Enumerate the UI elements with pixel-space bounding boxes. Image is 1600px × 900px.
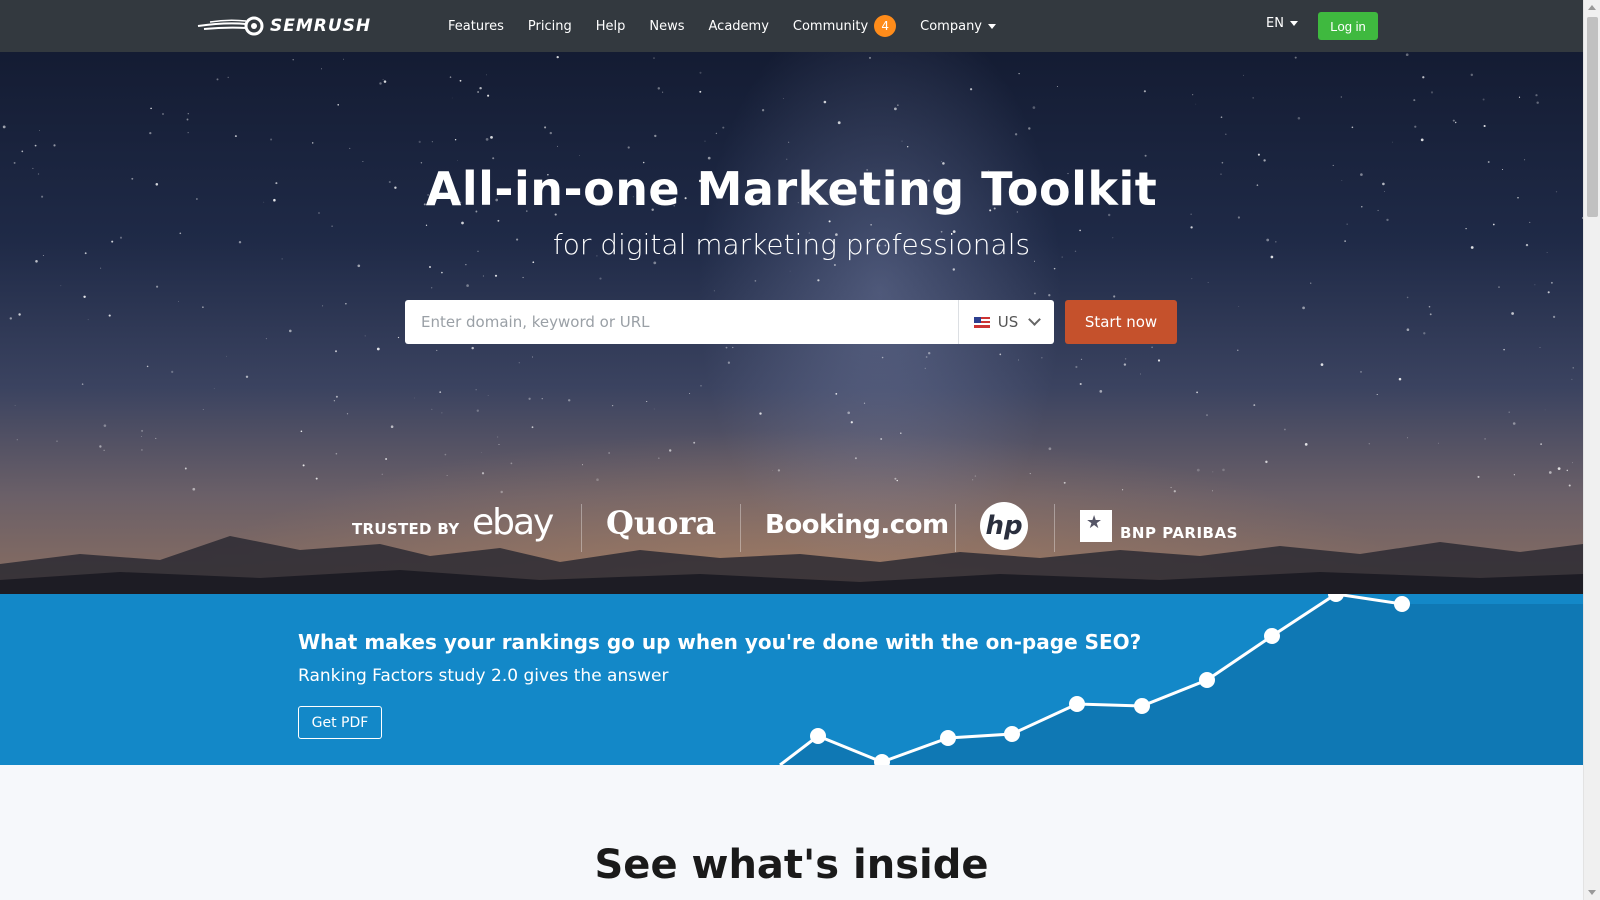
nav-item-label: Help bbox=[595, 18, 626, 34]
trusted-by-label: TRUSTED BY bbox=[352, 520, 460, 538]
hp-logo: hp bbox=[980, 502, 1028, 550]
logo-wordmark: SEMRUSH bbox=[270, 16, 372, 36]
divider bbox=[740, 504, 741, 552]
search-bar: US bbox=[405, 300, 1054, 344]
hero-title: All-in-one Marketing Toolkit bbox=[425, 162, 1158, 216]
start-now-button[interactable]: Start now bbox=[1065, 300, 1177, 344]
scroll-up-icon[interactable] bbox=[1588, 5, 1596, 10]
country-label: US bbox=[997, 313, 1019, 331]
booking-logo: Booking.com bbox=[765, 510, 949, 540]
caret-down-icon bbox=[988, 23, 997, 29]
divider bbox=[581, 504, 582, 552]
nav-item-label: Company bbox=[920, 18, 983, 34]
top-navigation: SEMRUSH Features Pricing Help News Acade… bbox=[0, 0, 1583, 52]
chevron-down-icon bbox=[1028, 313, 1042, 326]
hero-section: All-in-one Marketing Toolkit for digital… bbox=[0, 52, 1583, 594]
quora-logo: Quora bbox=[606, 504, 717, 542]
scroll-down-icon[interactable] bbox=[1588, 890, 1596, 895]
ebay-logo: ebay bbox=[472, 502, 554, 543]
promo-subtitle: Ranking Factors study 2.0 gives the answ… bbox=[298, 666, 669, 686]
promo-title: What makes your rankings go up when you'… bbox=[298, 630, 1142, 654]
nav-item-community[interactable]: Community 4 bbox=[792, 15, 897, 37]
rising-graph-illustration bbox=[779, 594, 1583, 765]
page-scrollbar[interactable] bbox=[1583, 0, 1600, 900]
nav-item-label: Features bbox=[448, 18, 504, 34]
nav-item-company[interactable]: Company bbox=[920, 18, 997, 34]
login-button[interactable]: Log in bbox=[1318, 12, 1378, 40]
search-input[interactable] bbox=[405, 300, 958, 344]
get-pdf-button[interactable]: Get PDF bbox=[298, 706, 382, 739]
nav-item-help[interactable]: Help bbox=[596, 19, 626, 34]
caret-down-icon bbox=[1289, 21, 1298, 26]
nav-item-news[interactable]: News bbox=[649, 19, 684, 34]
bnp-paribas-logo: BNP PARIBAS bbox=[1080, 510, 1238, 542]
bnp-wordmark: BNP PARIBAS bbox=[1120, 524, 1238, 542]
semrush-logo[interactable]: SEMRUSH bbox=[196, 12, 371, 40]
nav-item-pricing[interactable]: Pricing bbox=[528, 19, 572, 34]
community-count-badge: 4 bbox=[874, 15, 897, 37]
scrollbar-thumb[interactable] bbox=[1587, 17, 1598, 217]
language-selector[interactable]: EN bbox=[1266, 16, 1298, 31]
ranking-factors-banner: What makes your rankings go up when you'… bbox=[0, 594, 1583, 765]
divider bbox=[1054, 504, 1055, 552]
nav-item-label: Academy bbox=[708, 18, 769, 34]
nav-item-features[interactable]: Features bbox=[448, 19, 504, 34]
semrush-fireball-icon bbox=[197, 16, 264, 36]
country-selector[interactable]: US bbox=[958, 300, 1054, 344]
nav-item-label: News bbox=[649, 18, 685, 34]
nav-item-label: Community bbox=[792, 18, 869, 34]
bnp-star-icon bbox=[1080, 510, 1112, 542]
nav-item-label: Pricing bbox=[527, 18, 572, 34]
see-whats-inside-heading: See what's inside bbox=[594, 842, 989, 888]
language-label: EN bbox=[1266, 16, 1284, 31]
hero-subtitle: for digital marketing professionals bbox=[552, 228, 1031, 261]
nav-item-academy[interactable]: Academy bbox=[709, 19, 769, 34]
us-flag-icon bbox=[973, 316, 990, 328]
divider bbox=[955, 504, 956, 552]
main-menu: Features Pricing Help News Academy Commu… bbox=[448, 0, 1020, 52]
